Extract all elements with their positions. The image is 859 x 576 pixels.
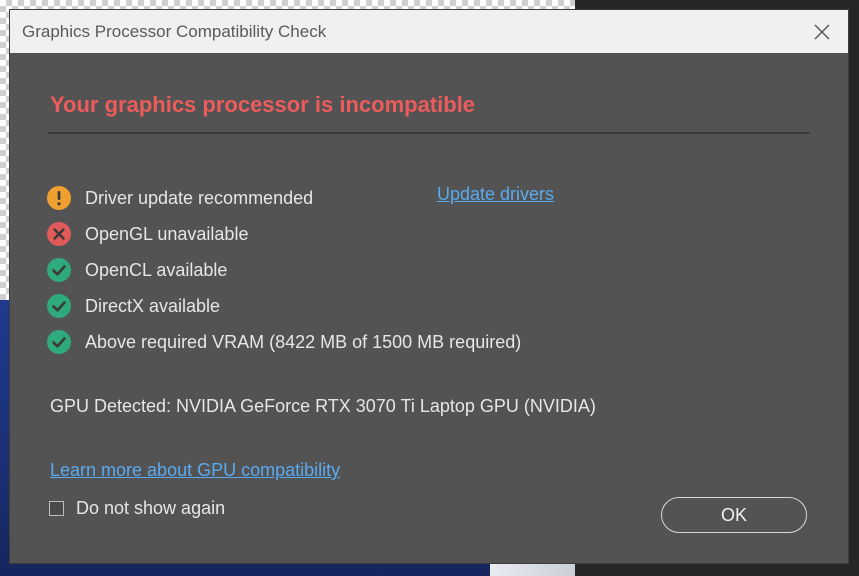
ok-button[interactable]: OK bbox=[661, 497, 807, 533]
title-bar: Graphics Processor Compatibility Check bbox=[10, 10, 848, 53]
window-title: Graphics Processor Compatibility Check bbox=[22, 22, 327, 41]
check-label: OpenGL unavailable bbox=[85, 223, 249, 244]
check-label: DirectX available bbox=[85, 295, 221, 316]
check-list: Driver update recommended OpenGL unavail… bbox=[46, 180, 521, 360]
check-label: Above required VRAM (8422 MB of 1500 MB … bbox=[85, 331, 522, 352]
check-item-vram: Above required VRAM (8422 MB of 1500 MB … bbox=[46, 324, 521, 360]
do-not-show-again-checkbox[interactable] bbox=[49, 501, 64, 516]
exclamation-icon bbox=[46, 185, 72, 211]
check-item-directx: DirectX available bbox=[46, 288, 521, 324]
learn-more-link[interactable]: Learn more about GPU compatibility bbox=[50, 460, 340, 481]
close-button[interactable] bbox=[806, 16, 838, 48]
close-icon bbox=[814, 24, 830, 40]
check-circle-icon bbox=[46, 293, 72, 319]
check-item-opencl: OpenCL available bbox=[46, 252, 521, 288]
check-label: Driver update recommended bbox=[85, 187, 314, 208]
check-circle-icon bbox=[46, 329, 72, 355]
heading-divider bbox=[48, 132, 810, 134]
x-circle-icon bbox=[46, 221, 72, 247]
gpu-compatibility-dialog: Graphics Processor Compatibility Check Y… bbox=[10, 10, 848, 563]
do-not-show-again-label[interactable]: Do not show again bbox=[76, 498, 225, 519]
incompatible-heading: Your graphics processor is incompatible bbox=[50, 92, 476, 117]
check-label: OpenCL available bbox=[85, 259, 228, 280]
do-not-show-again-row[interactable]: Do not show again bbox=[49, 498, 225, 519]
gpu-detected-text: GPU Detected: NVIDIA GeForce RTX 3070 Ti… bbox=[50, 396, 596, 416]
check-circle-icon bbox=[46, 257, 72, 283]
check-item-opengl: OpenGL unavailable bbox=[46, 216, 521, 252]
update-drivers-link[interactable]: Update drivers bbox=[437, 184, 554, 205]
